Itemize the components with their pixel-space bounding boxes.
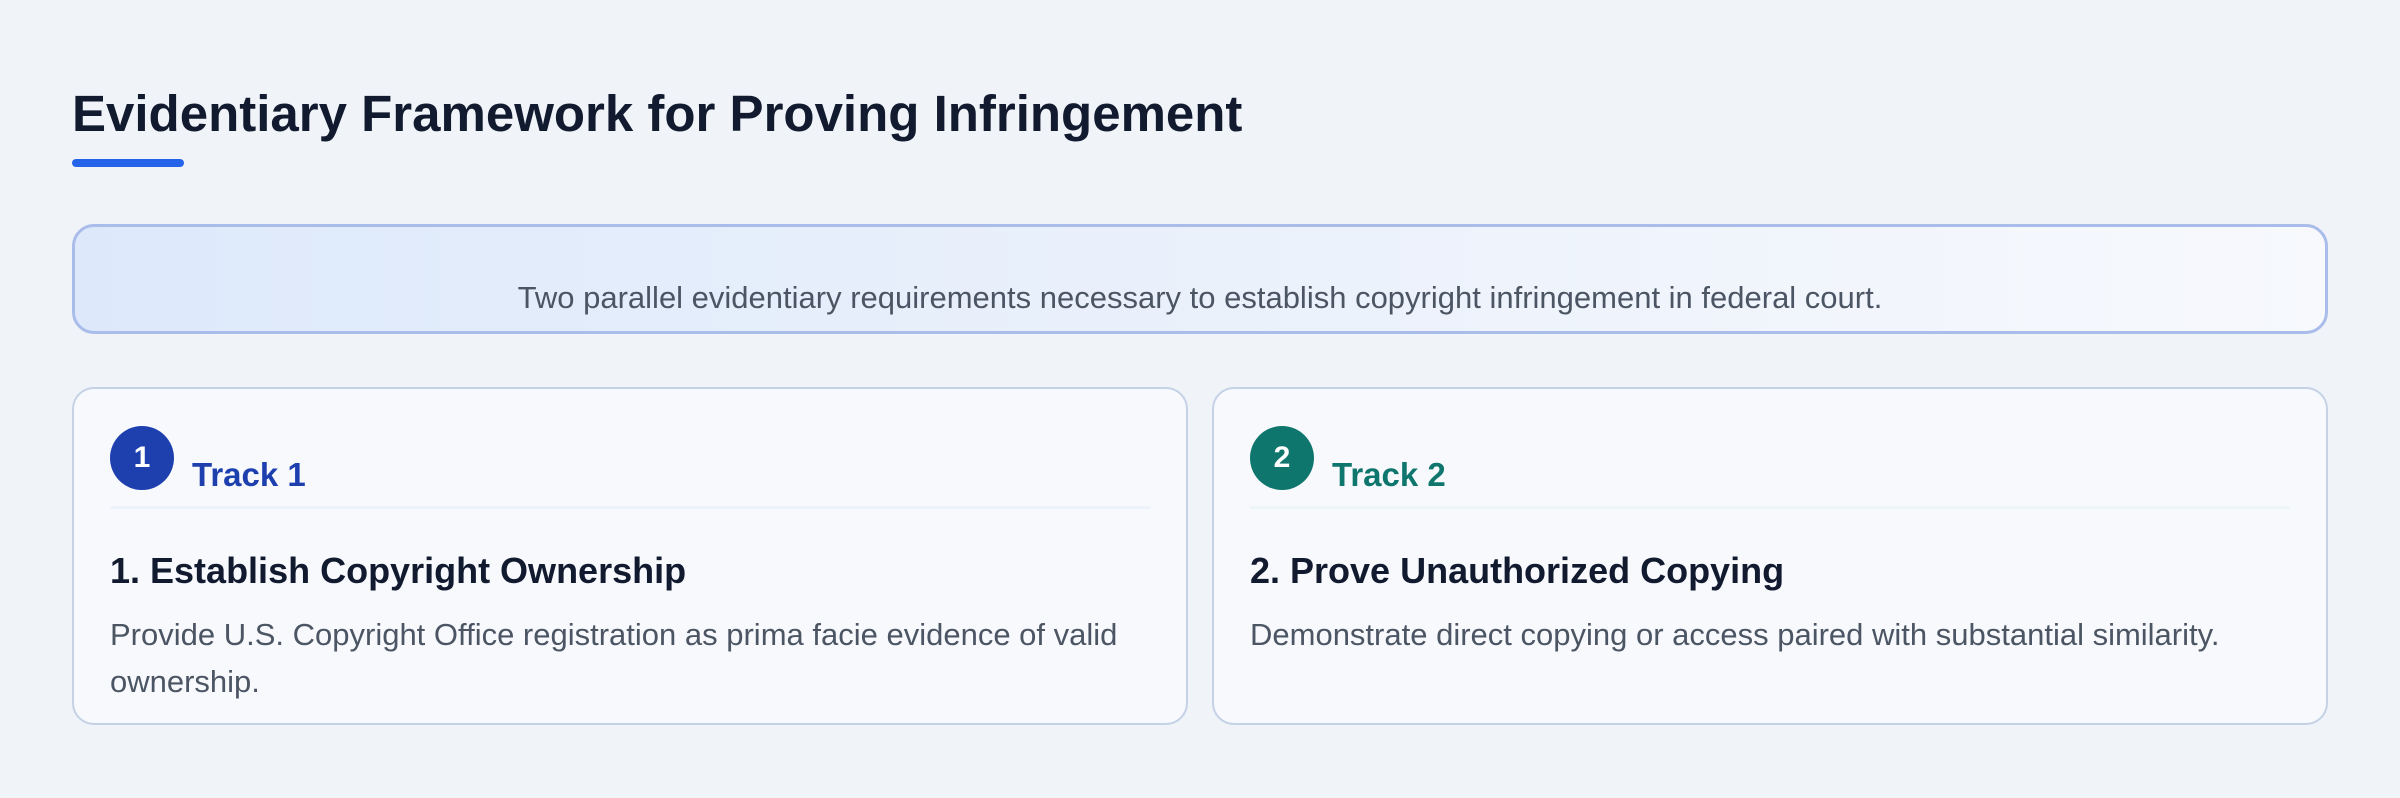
page-title: Evidentiary Framework for Proving Infrin… bbox=[72, 85, 1243, 142]
track-2-label: Track 2 bbox=[1332, 456, 1446, 493]
title-underline bbox=[72, 159, 184, 167]
summary-banner: Two parallel evidentiary requirements ne… bbox=[72, 224, 2328, 334]
track-1-heading: 1. Establish Copyright Ownership bbox=[110, 550, 687, 591]
track-1-label: Track 1 bbox=[192, 456, 306, 493]
track-card-1: 1 Track 1 1. Establish Copyright Ownersh… bbox=[72, 387, 1188, 725]
track-2-description: Demonstrate direct copying or access pai… bbox=[1250, 617, 2220, 652]
track-2-number-badge: 2 bbox=[1250, 426, 1314, 490]
track-2-heading: 2. Prove Unauthorized Copying bbox=[1250, 550, 1785, 591]
track-1-number-badge: 1 bbox=[110, 426, 174, 490]
page-container: Evidentiary Framework for Proving Infrin… bbox=[72, 0, 2328, 798]
track-1-description: Provide U.S. Copyright Office registrati… bbox=[110, 617, 1118, 699]
summary-banner-text: Two parallel evidentiary requirements ne… bbox=[517, 280, 1883, 315]
track-1-divider bbox=[110, 506, 1150, 509]
track-2-divider bbox=[1250, 506, 2290, 509]
track-card-2: 2 Track 2 2. Prove Unauthorized Copying … bbox=[1212, 387, 2328, 725]
